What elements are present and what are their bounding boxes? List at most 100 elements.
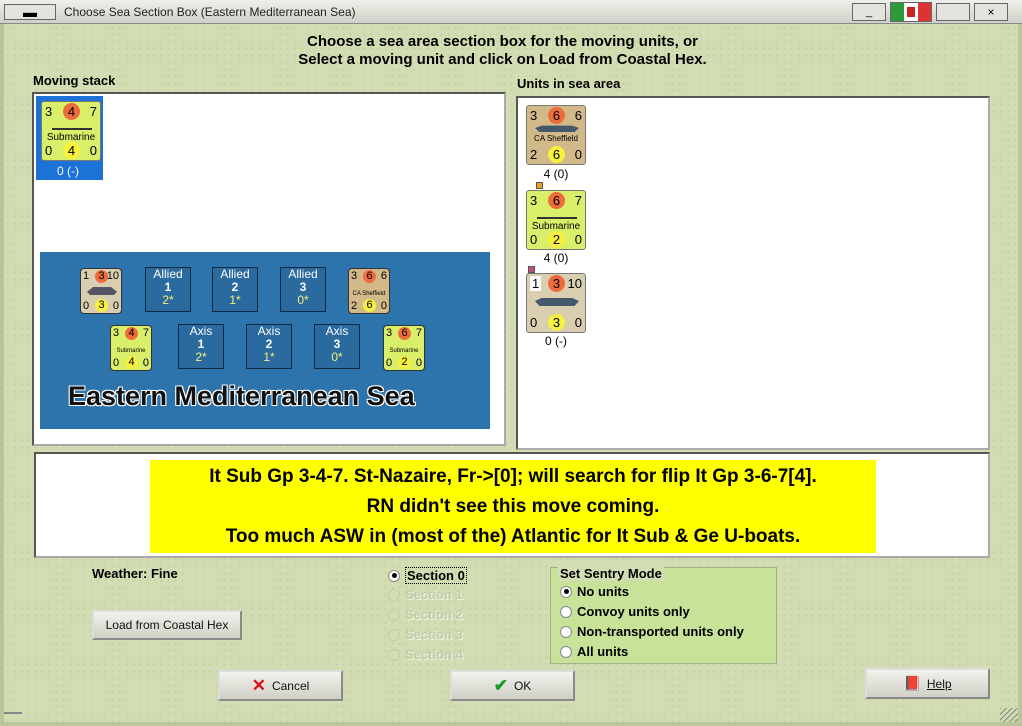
- submarine-icon: [52, 124, 92, 130]
- status-marker-icon: [536, 182, 543, 189]
- units-in-sea-label: Units in sea area: [517, 76, 621, 91]
- instructions: Choose a sea area section box for the mo…: [0, 33, 1005, 69]
- instructions-line-2: Select a moving unit and click on Load f…: [298, 51, 707, 68]
- sentry-no-units-radio[interactable]: No units: [560, 584, 629, 599]
- mc-tl: 3: [351, 270, 358, 282]
- mc-bl: 2: [351, 300, 358, 312]
- ok-label: OK: [513, 678, 532, 693]
- map-counter-sub[interactable]: 3 6 7 Submarine 0 2 0: [383, 325, 425, 371]
- cancel-x-icon: ✕: [251, 675, 266, 695]
- counter-bl: 2: [530, 147, 538, 162]
- sentry-mode-group: Set Sentry Mode No units Convoy units on…: [550, 566, 777, 664]
- load-from-coastal-hex-button[interactable]: Load from Coastal Hex: [92, 610, 242, 640]
- radio-dot: [388, 569, 400, 582]
- notes-text: It Sub Gp 3-4-7. St-Nazaire, Fr->[0]; wi…: [150, 460, 876, 553]
- sentry-convoy-radio[interactable]: Convoy units only: [560, 604, 690, 619]
- counter-bl: 0: [530, 315, 538, 330]
- mc-bc: 4: [125, 356, 138, 369]
- map-counter-ca[interactable]: 3 6 6 CA Sheffield 2 6 0: [348, 268, 390, 314]
- mc-tr: 10: [106, 270, 119, 282]
- counter-rating: 3: [548, 275, 565, 292]
- radio-dot: [388, 608, 400, 621]
- box-val: 2*: [162, 293, 174, 307]
- maximize-button[interactable]: [936, 3, 970, 21]
- mc-bc: 6: [363, 299, 376, 312]
- moving-unit-counter[interactable]: 3 4 7 Submarine 0 4 0: [41, 101, 101, 161]
- counter-rating: 4: [63, 103, 80, 120]
- box-val: 0*: [331, 350, 343, 364]
- sentry-option-label: No units: [577, 584, 629, 599]
- mc-name: CA Sheffield: [352, 291, 386, 297]
- map-counter-bb[interactable]: 1 3 10 0 3 0: [80, 268, 122, 314]
- mc-br: 0: [415, 357, 422, 369]
- sentry-option-label: Non-transported units only: [577, 624, 744, 639]
- close-button[interactable]: ×: [974, 3, 1008, 21]
- sea-unit-submarine[interactable]: 3 6 7 Submarine 0 2 0: [526, 190, 586, 250]
- axis-box-2[interactable]: Axis 2 1*: [246, 324, 292, 369]
- box-val: 1*: [229, 293, 241, 307]
- mc-tr: 6: [380, 270, 387, 282]
- ok-button[interactable]: ✔ OK: [450, 670, 575, 701]
- mc-br: 0: [142, 357, 149, 369]
- cruiser-icon: [535, 125, 579, 132]
- radio-dot: [388, 588, 400, 601]
- mc-tc: 6: [398, 327, 411, 340]
- allied-box-3[interactable]: Allied 3 0*: [280, 267, 326, 312]
- instructions-line-1: Choose a sea area section box for the mo…: [307, 33, 698, 50]
- sea-unit-ca-sheffield[interactable]: 3 6 6 CA Sheffield 2 6 0: [526, 105, 586, 165]
- section-label: Section 4: [405, 647, 463, 662]
- notes-line-1: It Sub Gp 3-4-7. St-Nazaire, Fr->[0]; wi…: [209, 466, 817, 487]
- submarine-icon: [537, 213, 577, 219]
- counter-attack: 1: [530, 276, 542, 291]
- sentry-all-units-radio[interactable]: All units: [560, 644, 628, 659]
- help-button[interactable]: 📕 Help: [865, 668, 990, 699]
- sea-area-map[interactable]: 1 3 10 0 3 0 Allied 1 2* Allied 2 1* Allied 3…: [40, 252, 490, 429]
- axis-box-1[interactable]: Axis 1 2*: [178, 324, 224, 369]
- counter-move: 7: [574, 193, 582, 208]
- counter-rating: 6: [548, 192, 565, 209]
- system-menu-button[interactable]: ▬: [4, 4, 56, 20]
- mc-bc: 3: [95, 299, 108, 312]
- status-marker-icon: [528, 266, 535, 273]
- axis-box-3[interactable]: Axis 3 0*: [314, 324, 360, 369]
- section-label: Section 3: [405, 627, 463, 642]
- box-val: 1*: [263, 350, 275, 364]
- notes-line-3: Too much ASW in (most of the) Atlantic f…: [225, 526, 801, 547]
- moving-stack-label: Moving stack: [33, 73, 116, 88]
- counter-br: 0: [574, 147, 582, 162]
- minimize-icon: _: [865, 6, 873, 18]
- box-val: 0*: [297, 293, 309, 307]
- mc-tr: 7: [142, 327, 149, 339]
- map-counter-sub-moving[interactable]: 3 4 7 Submarine 0 4 0: [110, 325, 152, 371]
- section-2-radio: Section 2: [388, 607, 463, 622]
- notes-line-2: RN didn't see this move coming.: [366, 496, 660, 517]
- help-book-icon: 📕: [903, 675, 921, 691]
- mc-tc: 4: [125, 327, 138, 340]
- section-0-radio[interactable]: Section 0: [388, 567, 467, 584]
- counter-bc: 4: [63, 142, 80, 159]
- mc-bc: 2: [398, 356, 411, 369]
- allied-box-2[interactable]: Allied 2 1*: [212, 267, 258, 312]
- counter-move: 6: [574, 108, 582, 123]
- mc-tl: 1: [83, 270, 90, 282]
- counter-bc: 2: [548, 231, 565, 248]
- radio-dot: [388, 648, 400, 661]
- radio-dot: [560, 605, 572, 618]
- mc-br: 0: [112, 300, 119, 312]
- section-label: Section 2: [405, 607, 463, 622]
- sentry-non-transported-radio[interactable]: Non-transported units only: [560, 624, 744, 639]
- counter-move: 7: [89, 104, 97, 119]
- help-label: Help: [926, 676, 952, 691]
- sentry-option-label: Convoy units only: [577, 604, 690, 619]
- cancel-button[interactable]: ✕ Cancel: [218, 670, 343, 701]
- checkmark-icon: ✔: [493, 675, 508, 695]
- minimize-button[interactable]: _: [852, 3, 886, 21]
- sea-unit-battleship[interactable]: 1 3 10 0 3 0: [526, 273, 586, 333]
- weather-label: Weather: Fine: [92, 566, 178, 581]
- allied-box-1[interactable]: Allied 1 2*: [145, 267, 191, 312]
- resize-grip-left[interactable]: [4, 712, 22, 722]
- resize-grip-icon[interactable]: [1000, 708, 1018, 722]
- mc-tr: 7: [415, 327, 422, 339]
- italy-flag-icon: [890, 2, 932, 22]
- counter-bl: 0: [45, 143, 53, 158]
